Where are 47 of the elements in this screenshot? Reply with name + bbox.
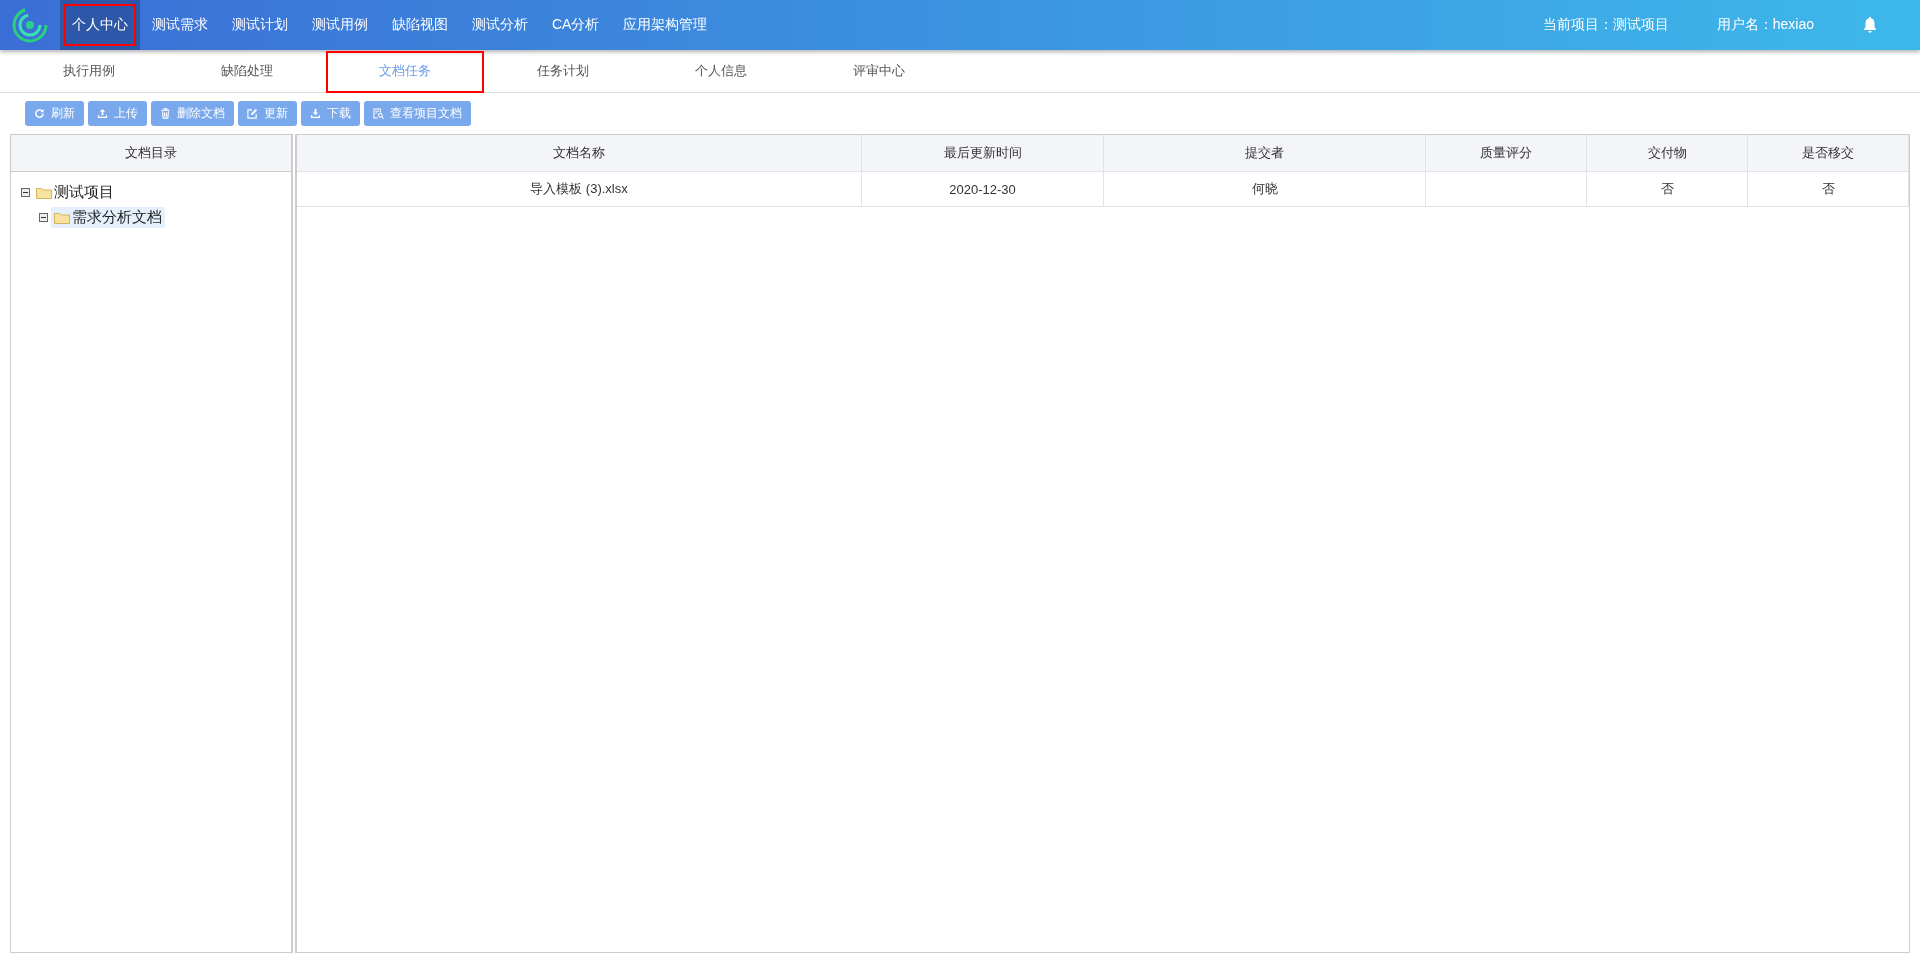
refresh-icon — [34, 108, 45, 119]
nav-item[interactable]: 测试用例 — [300, 0, 380, 50]
column-header: 交付物 — [1587, 135, 1748, 171]
toolbar-button[interactable]: 更新 — [238, 101, 297, 126]
column-header: 文档目录 — [11, 135, 291, 172]
table-cell: 导入模板 (3).xlsx — [297, 172, 862, 206]
username-label: 用户名：hexiao — [1716, 16, 1814, 34]
tree-node[interactable]: 测试项目 — [33, 182, 117, 203]
table-cell: 何晓 — [1104, 172, 1426, 206]
column-header: 文档名称 — [297, 135, 862, 171]
nav-item[interactable]: 个人中心 — [60, 0, 140, 50]
document-search-icon — [373, 108, 384, 119]
collapse-icon[interactable] — [39, 213, 48, 222]
column-header: 质量评分 — [1426, 135, 1587, 171]
nav-item[interactable]: CA分析 — [540, 0, 612, 50]
current-project-label: 当前项目：测试项目 — [1542, 16, 1669, 34]
tab[interactable]: 文档任务 — [326, 51, 484, 93]
toolbar-button[interactable]: 查看项目文档 — [364, 101, 471, 126]
toolbar-button[interactable]: 下载 — [301, 101, 360, 126]
table-cell: 否 — [1587, 172, 1748, 206]
tab[interactable]: 个人信息 — [642, 51, 800, 93]
edit-icon — [247, 108, 258, 119]
column-header: 提交者 — [1104, 135, 1426, 171]
toolbar-button[interactable]: 上传 — [88, 101, 147, 126]
nav-item[interactable]: 测试计划 — [220, 0, 300, 50]
swirl-logo-icon — [12, 7, 48, 43]
toolbar-button[interactable]: 刷新 — [25, 101, 84, 126]
trash-icon — [160, 108, 171, 119]
download-icon — [310, 108, 321, 119]
upload-icon — [97, 108, 108, 119]
tree-node[interactable]: 需求分析文档 — [51, 207, 165, 228]
tab[interactable]: 评审中心 — [800, 51, 958, 93]
collapse-icon[interactable] — [21, 188, 30, 197]
nav-item[interactable]: 测试分析 — [460, 0, 540, 50]
column-header: 是否移交 — [1748, 135, 1909, 171]
nav-item[interactable]: 应用架构管理 — [611, 0, 720, 50]
tab[interactable]: 任务计划 — [484, 51, 642, 93]
tab[interactable]: 执行用例 — [10, 51, 168, 93]
table-cell: 否 — [1748, 172, 1909, 206]
nav-item[interactable]: 测试需求 — [140, 0, 220, 50]
tab[interactable]: 缺陷处理 — [168, 51, 326, 93]
table-cell: 2020-12-30 — [862, 172, 1104, 206]
folder-icon — [36, 186, 52, 199]
folder-icon — [54, 211, 70, 224]
toolbar-button[interactable]: 删除文档 — [151, 101, 234, 126]
nav-item[interactable]: 缺陷视图 — [380, 0, 460, 50]
column-header: 最后更新时间 — [862, 135, 1104, 171]
